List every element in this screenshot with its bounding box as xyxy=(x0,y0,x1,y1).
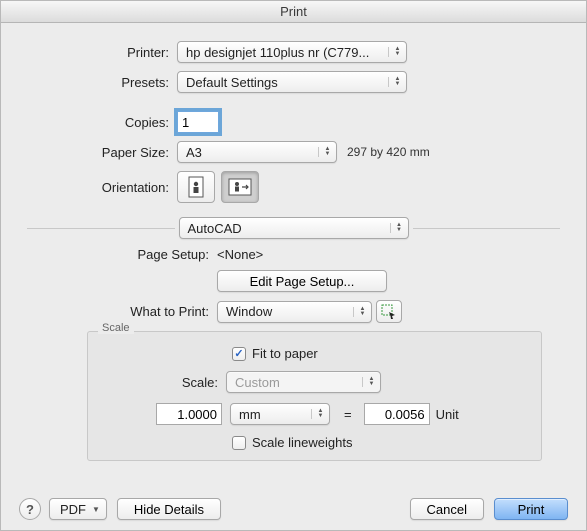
fit-to-paper-row: ✓ Fit to paper xyxy=(232,346,527,361)
chevron-updown-icon xyxy=(388,77,402,87)
window-title: Print xyxy=(1,1,586,23)
select-window-button[interactable] xyxy=(376,300,402,323)
whattoprint-value: Window xyxy=(226,304,272,319)
pagesetup-label: Page Setup: xyxy=(27,247,217,262)
fit-to-paper-label: Fit to paper xyxy=(252,346,318,361)
printer-label: Printer: xyxy=(27,45,177,60)
scale-lineweights-label: Scale lineweights xyxy=(252,435,352,450)
separator xyxy=(27,228,175,229)
chevron-down-icon: ▼ xyxy=(92,505,100,514)
landscape-icon xyxy=(228,178,252,196)
copies-label: Copies: xyxy=(27,115,177,130)
orientation-portrait-button[interactable] xyxy=(177,171,215,203)
print-button[interactable]: Print xyxy=(494,498,568,520)
portrait-icon xyxy=(187,176,205,198)
dialog-footer: ? PDF ▼ Hide Details Cancel Print xyxy=(19,498,568,520)
chevron-updown-icon xyxy=(311,409,325,419)
scale-label: Scale: xyxy=(102,375,226,390)
scale-right-input[interactable] xyxy=(364,403,430,425)
presets-label: Presets: xyxy=(27,75,177,90)
whattoprint-select[interactable]: Window xyxy=(217,301,372,323)
papersize-hint: 297 by 420 mm xyxy=(347,145,430,159)
chevron-updown-icon xyxy=(353,307,367,317)
scale-group: Scale ✓ Fit to paper Scale: Custom mm = xyxy=(87,331,542,461)
printer-select[interactable]: hp designjet 110plus nr (C779... xyxy=(177,41,407,63)
chevron-updown-icon xyxy=(362,377,376,387)
orientation-landscape-button[interactable] xyxy=(221,171,259,203)
pagesetup-value: <None> xyxy=(217,247,263,262)
whattoprint-label: What to Print: xyxy=(27,304,217,319)
scale-select[interactable]: Custom xyxy=(226,371,381,393)
separator xyxy=(413,228,561,229)
fit-to-paper-checkbox[interactable]: ✓ xyxy=(232,347,246,361)
content-area: Printer: hp designjet 110plus nr (C779..… xyxy=(1,23,586,461)
hide-details-button[interactable]: Hide Details xyxy=(117,498,221,520)
help-button[interactable]: ? xyxy=(19,498,41,520)
scale-unit-value: mm xyxy=(239,407,261,422)
orientation-label: Orientation: xyxy=(27,180,177,195)
scale-value: Custom xyxy=(235,375,280,390)
copies-input[interactable] xyxy=(177,111,219,133)
scale-unit-label: Unit xyxy=(436,407,459,422)
scale-lineweights-row: Scale lineweights xyxy=(232,435,527,450)
app-section-value: AutoCAD xyxy=(188,221,242,236)
scale-unit-select[interactable]: mm xyxy=(230,403,330,425)
scale-legend: Scale xyxy=(98,322,134,334)
scale-lineweights-checkbox[interactable] xyxy=(232,436,246,450)
presets-select[interactable]: Default Settings xyxy=(177,71,407,93)
selection-cursor-icon xyxy=(381,304,397,320)
printer-value: hp designjet 110plus nr (C779... xyxy=(186,45,369,60)
papersize-label: Paper Size: xyxy=(27,145,177,160)
edit-page-setup-button[interactable]: Edit Page Setup... xyxy=(217,270,387,292)
cancel-button[interactable]: Cancel xyxy=(410,498,484,520)
print-dialog: Print Printer: hp designjet 110plus nr (… xyxy=(0,0,587,531)
scale-left-input[interactable] xyxy=(156,403,222,425)
papersize-value: A3 xyxy=(186,145,202,160)
chevron-updown-icon xyxy=(388,47,402,57)
pdf-menu[interactable]: PDF ▼ xyxy=(49,498,107,520)
chevron-updown-icon xyxy=(318,147,332,157)
app-section-select[interactable]: AutoCAD xyxy=(179,217,409,239)
pdf-label: PDF xyxy=(60,502,86,517)
presets-value: Default Settings xyxy=(186,75,278,90)
chevron-updown-icon xyxy=(390,223,404,233)
papersize-select[interactable]: A3 xyxy=(177,141,337,163)
equals-sign: = xyxy=(344,407,352,422)
